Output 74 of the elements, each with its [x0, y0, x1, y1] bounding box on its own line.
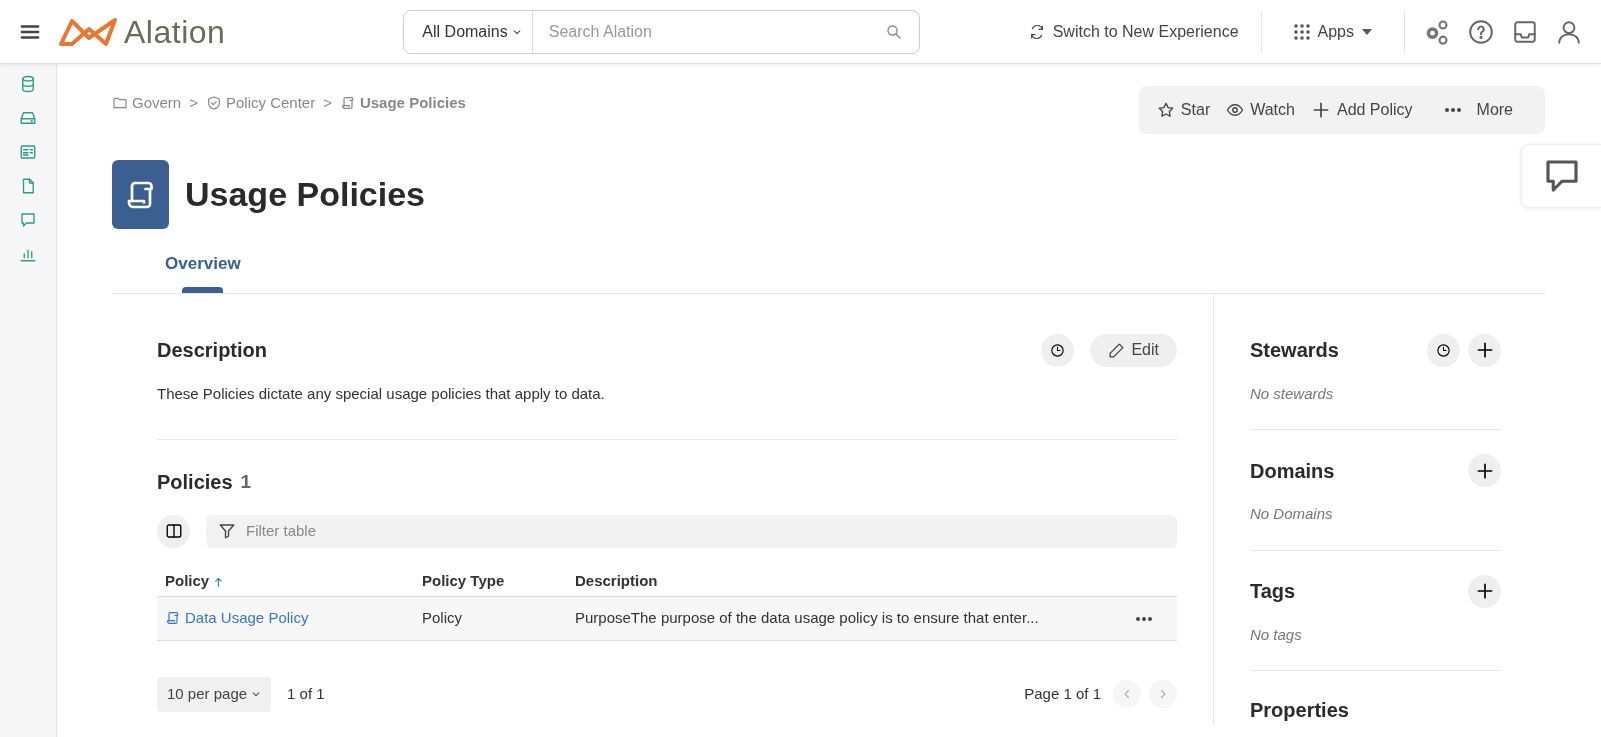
drive-icon [19, 109, 37, 127]
filter-icon [218, 522, 236, 540]
inbox-icon [1512, 18, 1538, 45]
scroll-icon [165, 610, 181, 626]
result-range: 1 of 1 [287, 683, 325, 704]
star-icon [1156, 101, 1175, 119]
add-button[interactable] [1468, 333, 1501, 367]
switch-experience-link[interactable]: Switch to New Experience [1022, 18, 1245, 45]
policy-link[interactable]: Data Usage Policy [165, 606, 422, 630]
database-icon [19, 75, 37, 93]
help-button[interactable] [1467, 17, 1495, 46]
rail-button[interactable] [18, 210, 38, 230]
chevron-down-icon [251, 689, 262, 699]
breadcrumb-link[interactable]: Usage Policies [339, 92, 466, 115]
column-header[interactable]: Policy Type [422, 570, 575, 593]
section-heading: Tags [1250, 579, 1296, 604]
edit-button[interactable]: Edit [1090, 333, 1177, 367]
section-heading: Stewards [1250, 338, 1339, 363]
more-icon [1444, 108, 1461, 112]
table-cell-text: Policy [422, 607, 463, 628]
star-button[interactable]: Star [1154, 94, 1213, 126]
logo-icon [58, 16, 120, 47]
eye-icon [1226, 101, 1245, 119]
section-heading: Policies [157, 470, 233, 495]
search-bar[interactable]: All Domains Search Alation [403, 9, 921, 54]
logo-text: Alation [124, 15, 226, 48]
breadcrumb-link[interactable]: Govern [112, 92, 182, 115]
add-button[interactable] [1468, 574, 1501, 608]
apps-menu[interactable]: Apps [1277, 18, 1388, 45]
refresh-icon [1028, 23, 1045, 40]
breadcrumb-separator: > [189, 93, 198, 113]
table-cell-text: PurposeThe purpose of the data usage policy is to ensure that enter... [575, 607, 1040, 628]
empty-message: No Domains [1250, 504, 1334, 524]
section-heading: Properties [1250, 698, 1349, 723]
section-heading: Description [157, 338, 268, 362]
section-heading: Domains [1250, 458, 1335, 484]
page-indicator: Page 1 of 1 [1024, 683, 1101, 704]
clock-icon [1436, 342, 1451, 358]
shield-check-icon [205, 95, 222, 112]
history-button[interactable] [1041, 333, 1075, 367]
description-text: These Policies dictate any special usage policies that apply to data. [157, 383, 606, 404]
catalog-card-icon [19, 143, 37, 161]
columns-icon [164, 522, 183, 540]
search-field[interactable]: Search Alation [532, 19, 886, 44]
breadcrumb-link[interactable]: Policy Center [205, 92, 316, 115]
column-header[interactable]: Policy [165, 570, 422, 593]
add-button[interactable] [1468, 454, 1501, 487]
user-icon [1556, 18, 1582, 45]
page-size-select[interactable]: 10 per page [157, 676, 272, 712]
policy-count: 1 [240, 470, 252, 494]
filter-input[interactable]: Filter table [244, 518, 1165, 544]
pencil-icon [1108, 341, 1126, 359]
history-button[interactable] [1427, 333, 1460, 367]
eye-button[interactable]: Watch [1224, 94, 1297, 126]
domain-select[interactable]: All Domains [404, 10, 533, 53]
more-button[interactable]: More [1442, 94, 1515, 126]
clock-icon [1050, 342, 1066, 358]
filter-field[interactable]: Filter table [206, 514, 1177, 548]
column-header[interactable]: Description [575, 570, 658, 593]
help-icon [1468, 18, 1494, 45]
comment-icon [19, 211, 37, 229]
empty-message: No stewards [1250, 383, 1335, 404]
chat-button[interactable] [1521, 144, 1601, 208]
tab[interactable]: Overview [165, 251, 241, 287]
grid-icon [1293, 23, 1310, 40]
breadcrumb-separator: > [323, 93, 332, 113]
columns-button[interactable] [157, 514, 190, 548]
caret-icon [1362, 28, 1372, 35]
scroll-icon [339, 95, 356, 112]
rail-button[interactable] [18, 142, 38, 162]
add-button[interactable]: Add Policy [1308, 94, 1415, 126]
empty-message: No tags [1250, 624, 1303, 645]
page-title: Usage Policies [185, 174, 425, 215]
more-icon [1136, 616, 1152, 621]
